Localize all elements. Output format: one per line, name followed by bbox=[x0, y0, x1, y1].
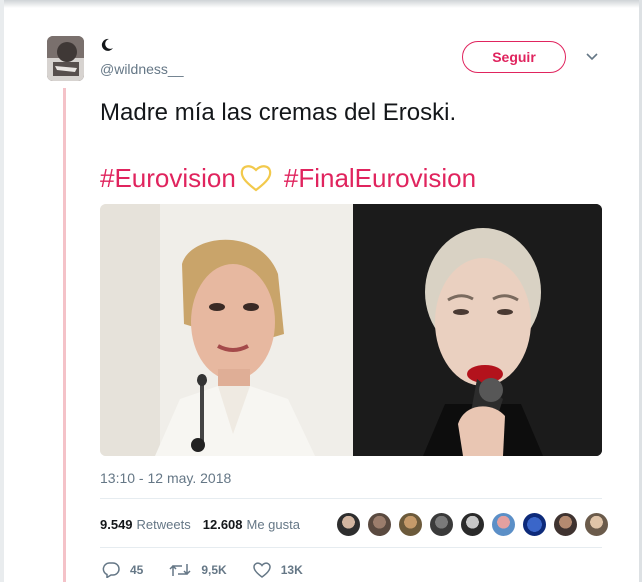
like-count: 13K bbox=[280, 563, 303, 577]
divider bbox=[100, 547, 602, 548]
photo-singer[interactable] bbox=[353, 204, 602, 456]
like-button[interactable]: 13K bbox=[252, 562, 303, 578]
retweets-count[interactable]: 9.549 bbox=[100, 517, 133, 532]
tweet-media[interactable] bbox=[100, 204, 602, 456]
likes-label[interactable]: Me gusta bbox=[247, 517, 300, 532]
hashtag-final-eurovision[interactable]: #FinalEurovision bbox=[284, 163, 476, 194]
liker-avatar[interactable] bbox=[491, 512, 516, 537]
liker-avatar[interactable] bbox=[429, 512, 454, 537]
user-handle[interactable]: @wildness__ bbox=[100, 61, 183, 77]
liker-avatar[interactable] bbox=[367, 512, 392, 537]
liker-avatar[interactable] bbox=[522, 512, 547, 537]
divider bbox=[100, 498, 602, 499]
reply-icon bbox=[102, 562, 120, 578]
tweet-timestamp[interactable]: 13:10 - 12 may. 2018 bbox=[100, 470, 231, 486]
thread-line bbox=[63, 88, 66, 582]
crescent-moon-icon bbox=[100, 38, 114, 54]
heart-icon bbox=[252, 562, 271, 578]
liker-avatars bbox=[336, 512, 615, 538]
yellow-heart-icon bbox=[240, 164, 272, 192]
photo-woman-portrait[interactable] bbox=[100, 204, 353, 456]
retweet-button[interactable]: 9,5K bbox=[169, 562, 227, 578]
liker-avatar[interactable] bbox=[553, 512, 578, 537]
retweet-icon bbox=[169, 564, 191, 576]
tweet-text: Madre mía las cremas del Eroski. bbox=[100, 99, 457, 126]
liker-avatar[interactable] bbox=[336, 512, 361, 537]
reply-count: 45 bbox=[130, 563, 144, 577]
reply-button[interactable]: 45 bbox=[102, 562, 143, 578]
liker-avatar[interactable] bbox=[584, 512, 609, 537]
liker-avatar[interactable] bbox=[398, 512, 423, 537]
retweet-count: 9,5K bbox=[201, 563, 227, 577]
engagement-stats: 9.549 Retweets 12.608 Me gusta bbox=[100, 515, 300, 533]
hashtag-line: #Eurovision #FinalEurovision bbox=[100, 161, 476, 195]
likes-count[interactable]: 12.608 bbox=[203, 517, 243, 532]
page-edge bbox=[0, 0, 642, 8]
hashtag-eurovision[interactable]: #Eurovision bbox=[100, 163, 236, 194]
retweets-label[interactable]: Retweets bbox=[137, 517, 191, 532]
page-edge-left bbox=[0, 0, 4, 582]
liker-avatar[interactable] bbox=[460, 512, 485, 537]
display-name[interactable] bbox=[100, 37, 114, 55]
tweet-actions: 45 9,5K 13K bbox=[102, 560, 329, 580]
chevron-down-icon[interactable] bbox=[585, 50, 599, 64]
follow-button[interactable]: Seguir bbox=[462, 41, 566, 73]
tweet-card: @wildness__ Seguir Madre mía las cremas … bbox=[0, 0, 642, 582]
avatar[interactable] bbox=[47, 36, 84, 81]
